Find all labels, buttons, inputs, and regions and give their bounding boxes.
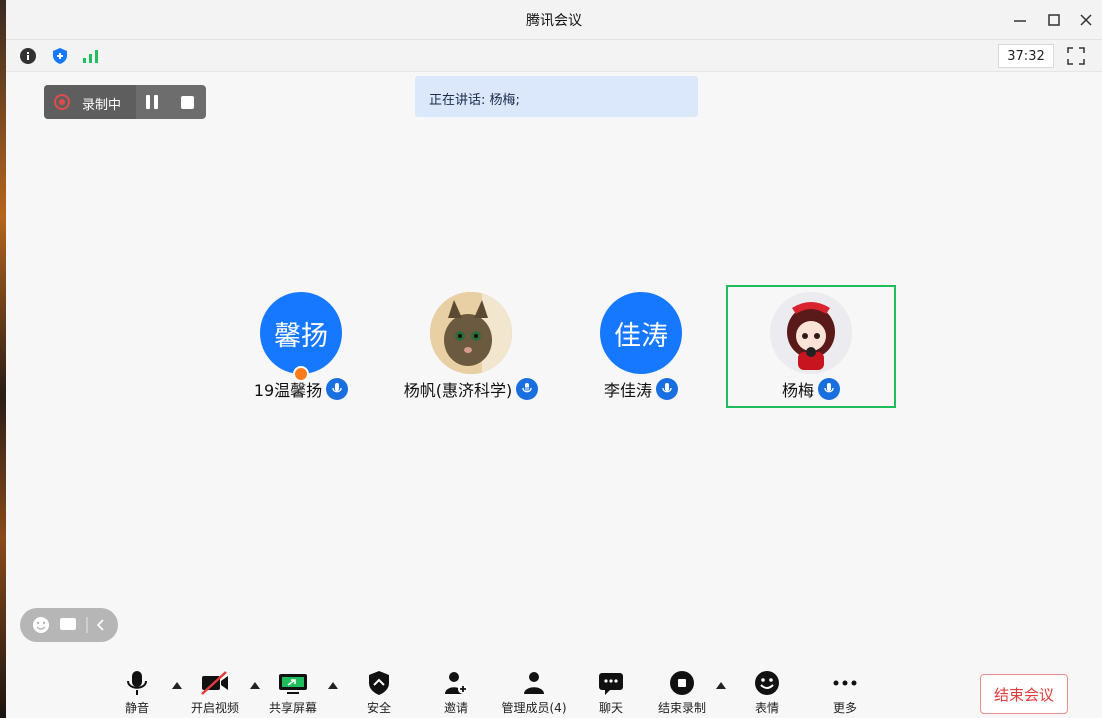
- smile-icon: [755, 671, 779, 695]
- host-icon: [293, 366, 309, 382]
- end-record-label: 结束录制: [657, 701, 706, 715]
- mic-icon: [326, 378, 349, 400]
- video-options-caret-icon[interactable]: [250, 682, 260, 689]
- participant-name: 杨帆(惠济科学): [403, 381, 513, 400]
- video-label: 开启视频: [190, 701, 239, 715]
- avatar: [770, 292, 852, 374]
- window-title: 腾讯会议: [526, 13, 582, 29]
- meeting-window: 腾讯会议 37:32 录制中 正在讲话: 杨梅; 馨扬 19温馨扬 杨帆(惠济科…: [6, 0, 1102, 718]
- fullscreen-icon[interactable]: [1066, 46, 1086, 66]
- pause-record-button[interactable]: [145, 95, 159, 109]
- cartoon-girl-icon: [770, 292, 852, 374]
- members-label: 管理成员(4): [501, 701, 567, 715]
- end-meeting-button[interactable]: 结束会议: [980, 674, 1068, 714]
- stop-record-button[interactable]: [181, 96, 194, 109]
- security-button[interactable]: 安全: [346, 670, 412, 716]
- chat-button[interactable]: 聊天: [578, 670, 644, 716]
- invite-label: 邀请: [443, 701, 468, 715]
- shield-icon[interactable]: [52, 48, 68, 64]
- cat-photo-icon: [430, 292, 512, 374]
- share-screen-button[interactable]: 共享屏幕: [260, 670, 326, 716]
- chat-label: 聊天: [598, 701, 623, 715]
- title-bar: 腾讯会议: [6, 0, 1102, 40]
- signal-icon[interactable]: [82, 48, 98, 64]
- participant-name: 杨梅: [781, 381, 814, 400]
- mic-icon: [818, 378, 840, 400]
- emoji-label: 表情: [754, 701, 779, 715]
- share-screen-icon: [279, 674, 307, 694]
- mic-icon: [656, 378, 678, 400]
- avatar-text: 佳涛: [614, 320, 668, 352]
- end-recording-button[interactable]: 结束录制: [649, 670, 715, 716]
- participant-name: 李佳涛: [603, 381, 652, 400]
- recording-label: 录制中: [82, 98, 122, 113]
- bottom-toolbar: 静音 开启视频 共享屏幕 安全 邀请 管理成员(4) 聊天 结束录制 表情 更多: [6, 662, 1102, 718]
- participant-tile[interactable]: 佳涛 李佳涛: [566, 292, 716, 401]
- speaking-indicator: 正在讲话: 杨梅;: [415, 76, 698, 117]
- close-icon[interactable]: [1074, 8, 1098, 32]
- emoji-button[interactable]: 表情: [734, 670, 800, 716]
- participant-name: 19温馨扬: [253, 381, 323, 400]
- info-icon[interactable]: [20, 48, 36, 64]
- share-options-caret-icon[interactable]: [328, 682, 338, 689]
- avatar: 馨扬: [260, 292, 342, 382]
- mute-label: 静音: [124, 701, 149, 715]
- members-icon: [524, 672, 544, 694]
- record-dot-icon: [54, 94, 70, 110]
- meeting-info-bar: [6, 40, 1102, 72]
- chat-icon: [599, 673, 623, 695]
- mic-icon: [516, 378, 539, 400]
- more-button[interactable]: 更多: [812, 670, 878, 716]
- avatar-text: 馨扬: [274, 320, 328, 352]
- more-label: 更多: [832, 701, 857, 715]
- emoji-icon[interactable]: [33, 617, 49, 633]
- security-label: 安全: [366, 701, 391, 715]
- invite-button[interactable]: 邀请: [423, 670, 489, 716]
- avatar: [430, 292, 512, 374]
- security-shield-icon: [369, 671, 389, 695]
- manage-members-button[interactable]: 管理成员(4): [501, 670, 567, 716]
- meeting-timer: 37:32: [998, 44, 1054, 68]
- invite-user-icon: [445, 672, 468, 694]
- chevron-left-icon[interactable]: [96, 619, 104, 631]
- participant-tile[interactable]: 馨扬 19温馨扬: [226, 292, 376, 401]
- avatar: 佳涛: [600, 292, 682, 374]
- mute-button[interactable]: 静音: [104, 670, 170, 716]
- participant-tile[interactable]: 杨梅: [736, 292, 886, 401]
- more-dots-icon: [833, 680, 857, 686]
- maximize-icon[interactable]: [1042, 8, 1066, 32]
- minimize-icon[interactable]: [1008, 8, 1032, 32]
- recording-status: 录制中: [44, 85, 136, 119]
- stop-record-icon: [670, 671, 694, 695]
- start-video-button[interactable]: 开启视频: [182, 670, 248, 716]
- record-options-caret-icon[interactable]: [716, 682, 726, 689]
- floating-chat-pill[interactable]: [20, 608, 118, 642]
- chat-bubble-icon[interactable]: [60, 618, 76, 630]
- video-off-icon: [201, 671, 228, 695]
- mic-options-caret-icon[interactable]: [172, 682, 182, 689]
- recording-panel: 录制中: [44, 85, 206, 119]
- share-label: 共享屏幕: [268, 701, 317, 715]
- participant-tile[interactable]: 杨帆(惠济科学): [396, 292, 546, 401]
- microphone-icon: [127, 671, 147, 695]
